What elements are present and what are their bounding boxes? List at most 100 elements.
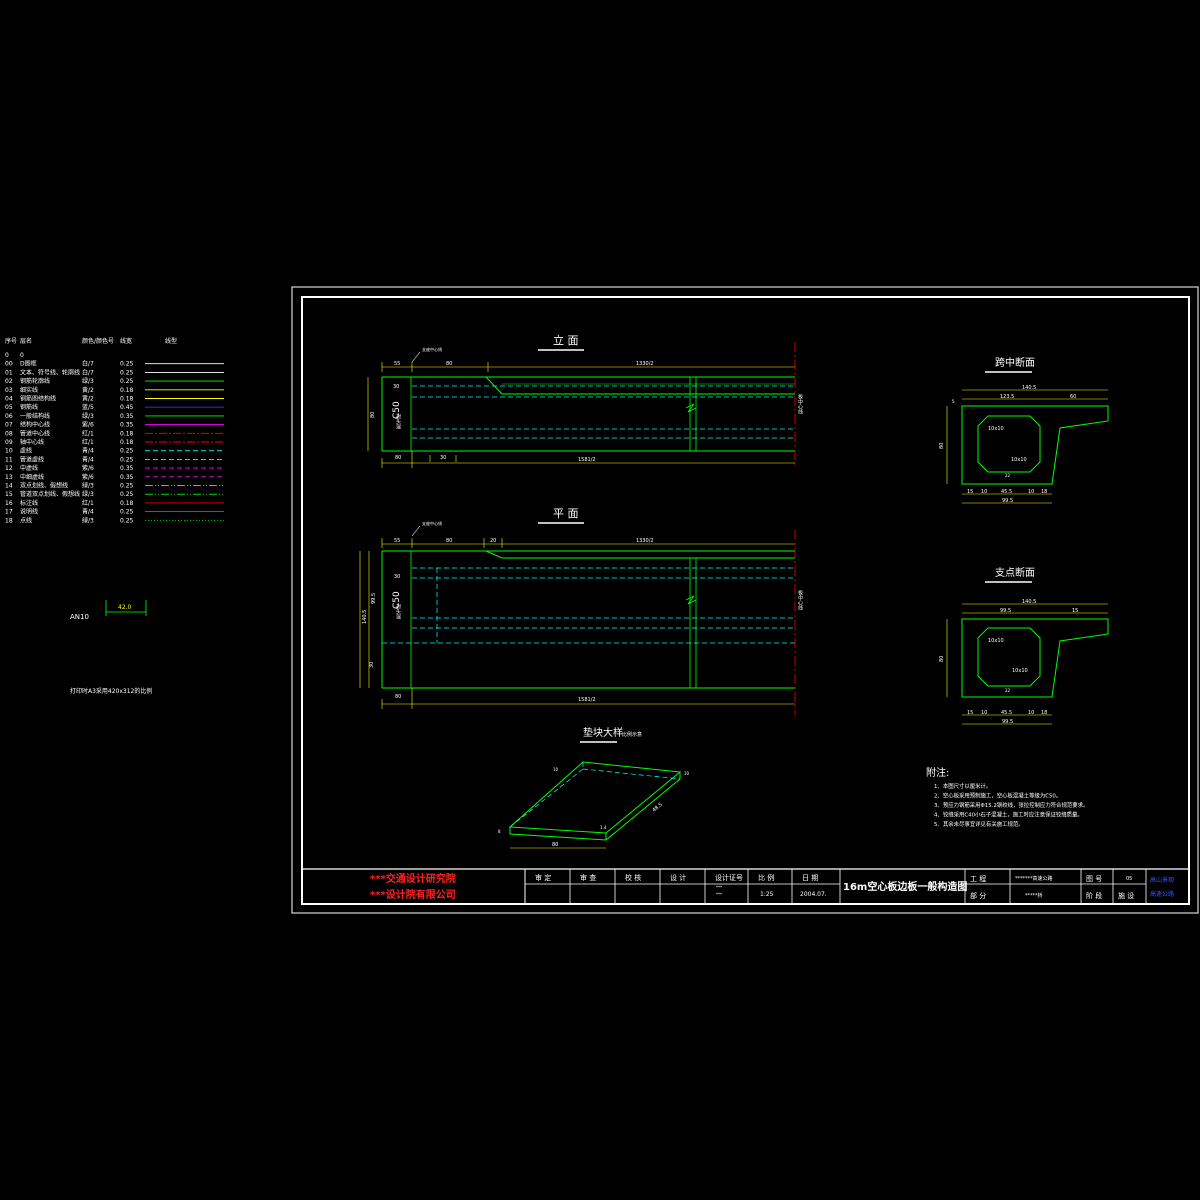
elevation-center-text: 板中心线 bbox=[797, 393, 803, 414]
legend-seq: 09 bbox=[5, 439, 13, 446]
legend-color: 白/7 bbox=[82, 360, 94, 368]
legend-color: 绿/3 bbox=[82, 482, 94, 490]
legend-seq: 00 bbox=[5, 361, 13, 368]
legend-header-name: 层名 bbox=[20, 337, 32, 345]
cert-value-0: *** bbox=[716, 885, 722, 890]
legend-seq: 01 bbox=[5, 369, 13, 376]
pad-dim-5: 10 bbox=[684, 771, 690, 776]
print-note: 打印时A3采用420x312的比例 bbox=[70, 687, 152, 695]
legend-name: 标注线 bbox=[20, 499, 38, 507]
note-item: 5、其余未尽事宜详见有关施工规范。 bbox=[934, 820, 1024, 828]
legend-header-lineweight: 线宽 bbox=[120, 337, 132, 345]
legend-seq: 13 bbox=[5, 474, 13, 481]
legend-name: 管道中心线 bbox=[20, 429, 50, 437]
elevation-dim-left-small: 30 bbox=[393, 384, 399, 390]
legend-seq: 03 bbox=[5, 387, 13, 394]
elevation-dim-top-1: 80 bbox=[446, 361, 452, 367]
plan-dim-top-0: 55 bbox=[394, 538, 400, 544]
legend-name: 钢筋轮廓线 bbox=[20, 377, 50, 385]
plan-dim-top-3: 1330/2 bbox=[636, 538, 654, 544]
mid-dim-bottom-2: 45.5 bbox=[1001, 489, 1012, 495]
title-block-header: 比 例 bbox=[758, 873, 774, 882]
title-block-header: 校 核 bbox=[625, 873, 641, 882]
an-value: 42.0 bbox=[118, 604, 132, 611]
mid-dim-top-1: 123.5 bbox=[1000, 394, 1014, 400]
mid-inner: 22 bbox=[1005, 473, 1011, 478]
legend-name: 结构中心线 bbox=[20, 421, 50, 429]
legend-header-color: 颜色/颜色号 bbox=[82, 337, 114, 345]
legend-name: 点线 bbox=[20, 516, 32, 524]
project-value: *******高速公路 bbox=[1015, 875, 1053, 882]
elevation-support-label: 支座中心线 bbox=[422, 346, 442, 352]
legend-lw: 0.25 bbox=[120, 448, 134, 455]
legend-color: 红/1 bbox=[82, 499, 94, 507]
legend-color: 绿/3 bbox=[82, 377, 94, 385]
note-item: 3、预应力钢筋采用Φ15.2钢绞线，张拉控制应力符合规范要求。 bbox=[934, 801, 1088, 809]
legend-color: 青/4 bbox=[82, 447, 94, 455]
pad-dim-0: 80 bbox=[552, 842, 558, 848]
stamp-line-2: 高速公路 bbox=[1150, 890, 1174, 898]
legend-color: 黄/2 bbox=[82, 395, 94, 403]
part-label: 部 分 bbox=[970, 891, 986, 900]
plan-center-text: 板中心线 bbox=[797, 589, 803, 610]
legend-name: 钢筋图结构线 bbox=[20, 395, 56, 403]
mid-chamfer-0: 10x10 bbox=[988, 426, 1004, 432]
legend-seq: 0 bbox=[5, 352, 9, 359]
legend-lw: 0.45 bbox=[120, 404, 134, 411]
mid-dim-top-2: 60 bbox=[1070, 394, 1076, 400]
plan-dim-top-1: 80 bbox=[446, 538, 452, 544]
legend-name: 管道虚线 bbox=[20, 455, 44, 463]
notes-title: 附注: bbox=[926, 766, 949, 779]
legend-color: 紫/6 bbox=[82, 464, 94, 472]
legend-seq: 07 bbox=[5, 422, 13, 429]
legend-name: 说明线 bbox=[20, 508, 38, 516]
plan-dim-left-1: 99.5 bbox=[371, 593, 377, 604]
note-item: 4、铰缝采用C40小石子混凝土，施工时应注意保证铰缝质量。 bbox=[934, 811, 1083, 819]
plan-dim-left-3: 30 bbox=[369, 662, 375, 668]
legend-name: 中虚线 bbox=[20, 464, 38, 472]
legend-seq: 12 bbox=[5, 465, 13, 472]
legend-header-seq: 序号 bbox=[5, 337, 17, 345]
plan-dim-bottom-0: 80 bbox=[395, 694, 401, 700]
title-block-header: 日 期 bbox=[802, 874, 818, 882]
legend-color: 红/1 bbox=[82, 429, 94, 437]
plan-anchor-text: 封头混 bbox=[395, 603, 401, 620]
elevation-dim-bottom-0: 80 bbox=[395, 455, 401, 461]
cert-value-1: *** bbox=[716, 892, 722, 897]
legend-color: 紫/6 bbox=[82, 473, 94, 481]
legend-name: 虚线 bbox=[20, 447, 32, 455]
mid-left-dim-1: 80 bbox=[939, 443, 945, 449]
pad-dim-2: 1.4 bbox=[600, 825, 607, 830]
pad-detail-scale: 比例示意 bbox=[622, 731, 642, 738]
legend-name: 轴中心线 bbox=[20, 438, 44, 446]
title-block-header: 设计证号 bbox=[715, 873, 743, 882]
plan-support-label: 支座中心线 bbox=[422, 520, 442, 526]
legend-lw: 0.25 bbox=[120, 378, 134, 385]
drawing-title: 16m空心板边板一般构造图 bbox=[843, 880, 967, 893]
legend-color: 白/7 bbox=[82, 368, 94, 376]
legend-seq: 06 bbox=[5, 413, 13, 420]
legend-seq: 17 bbox=[5, 509, 13, 516]
plan-dim-left-2: 140.5 bbox=[362, 610, 368, 624]
plan-dim-top-2: 20 bbox=[490, 538, 496, 544]
legend-lw: 0.18 bbox=[120, 500, 134, 507]
title-block-header: 审 定 bbox=[535, 873, 551, 882]
support-dim-bottom-2: 45.5 bbox=[1001, 710, 1012, 716]
legend-name: 管道双点划线、假想线 bbox=[20, 490, 80, 498]
legend-name: 双点划线、假想线 bbox=[20, 482, 68, 490]
legend-name: 一般结构线 bbox=[20, 412, 50, 420]
project-label: 工 程 bbox=[970, 874, 986, 883]
legend-color: 绿/3 bbox=[82, 490, 94, 498]
legend-lw: 0.25 bbox=[120, 491, 134, 498]
legend-seq: 10 bbox=[5, 448, 13, 455]
sheet-no-label: 图 号 bbox=[1086, 875, 1102, 883]
legend-color: 蓝/5 bbox=[82, 403, 94, 411]
support-dim-bottom-4: 18 bbox=[1041, 710, 1047, 716]
legend-seq: 04 bbox=[5, 396, 13, 403]
legend-lw: 0.25 bbox=[120, 509, 134, 516]
date-value: 2004.07. bbox=[800, 891, 827, 898]
elevation-dim-top-2: 1330/2 bbox=[636, 361, 654, 367]
org-line-1: ***交通设计研究院 bbox=[370, 872, 456, 885]
mid-section-title: 跨中断面 bbox=[995, 356, 1035, 369]
org-line-2: ***设计院有限公司 bbox=[370, 888, 456, 901]
